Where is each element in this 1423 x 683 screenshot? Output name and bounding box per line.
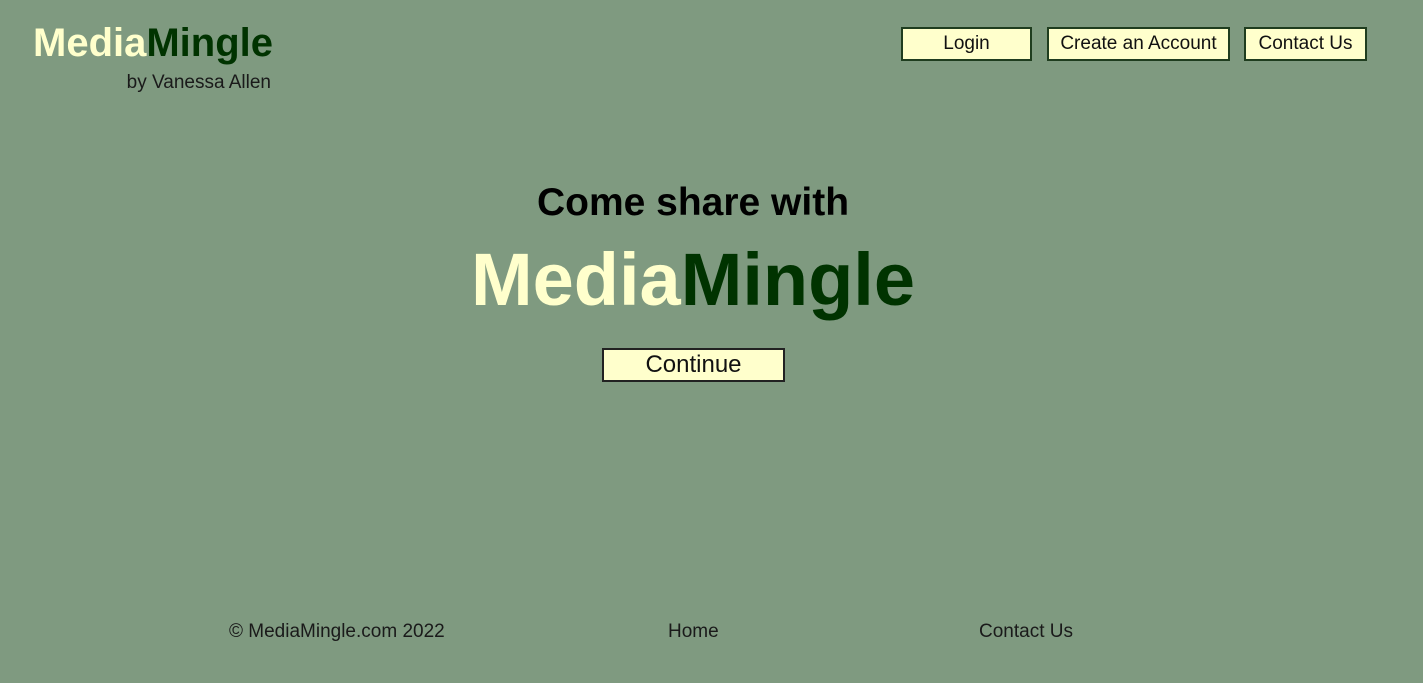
continue-button[interactable]: Continue bbox=[602, 348, 785, 382]
hero-section: Come share with MediaMingle bbox=[0, 180, 1386, 322]
footer-home-link[interactable]: Home bbox=[668, 620, 719, 644]
hero-title: MediaMingle bbox=[0, 238, 1386, 322]
author-byline: by Vanessa Allen bbox=[126, 72, 271, 93]
footer-contact-link[interactable]: Contact Us bbox=[979, 620, 1073, 644]
footer-copyright: © MediaMingle.com 2022 bbox=[229, 621, 445, 642]
top-navigation: Login Create an Account Contact Us bbox=[0, 27, 1423, 61]
hero-mingle-text: Mingle bbox=[680, 238, 916, 321]
hero-tagline: Come share with bbox=[536, 181, 850, 224]
site-footer: © MediaMingle.com 2022 Home Contact Us bbox=[0, 620, 1423, 644]
hero-media-text: Media bbox=[470, 238, 681, 321]
contact-us-button[interactable]: Contact Us bbox=[1244, 27, 1367, 61]
create-account-button[interactable]: Create an Account bbox=[1047, 27, 1230, 61]
login-button[interactable]: Login bbox=[901, 27, 1032, 61]
